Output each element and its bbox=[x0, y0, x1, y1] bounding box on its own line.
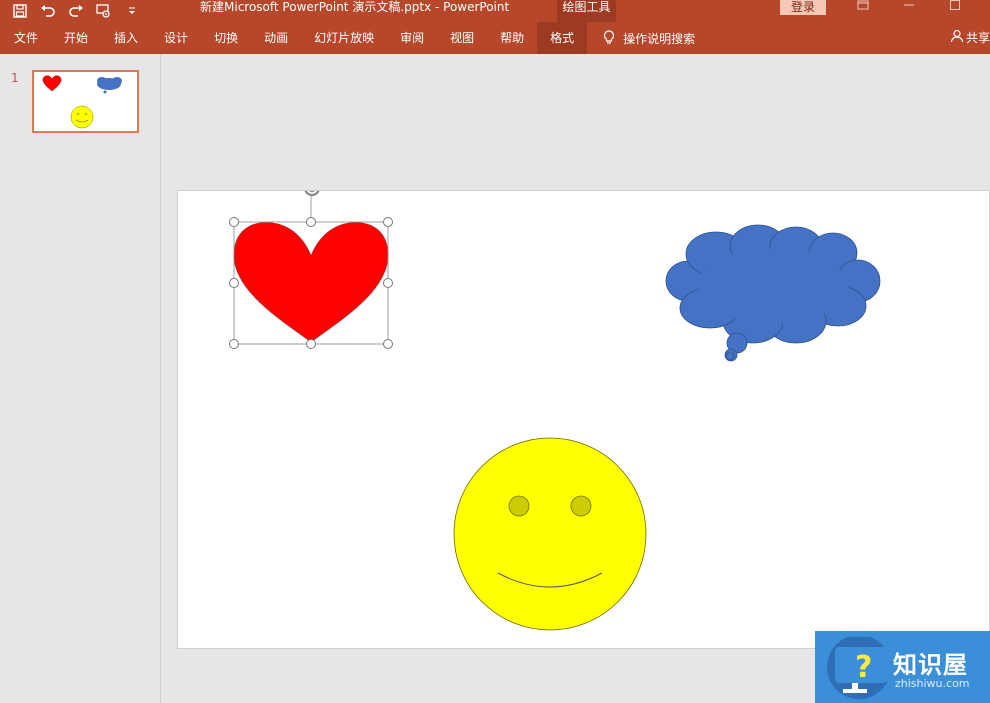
tab-home[interactable]: 开始 bbox=[51, 22, 101, 54]
slide-thumbnail[interactable] bbox=[32, 70, 139, 133]
ribbon-tab-bar: 文件 开始 插入 设计 切换 动画 幻灯片放映 审阅 视图 帮助 格式 操作说明… bbox=[0, 22, 990, 54]
tab-insert[interactable]: 插入 bbox=[101, 22, 151, 54]
save-icon[interactable] bbox=[10, 2, 30, 20]
title-bar: 新建Microsoft PowerPoint 演示文稿.pptx - Power… bbox=[0, 0, 990, 22]
window-controls bbox=[840, 0, 978, 15]
rotate-handle-icon bbox=[303, 179, 321, 197]
share-button[interactable]: 共享 bbox=[950, 22, 990, 54]
question-icon: ? bbox=[823, 635, 891, 703]
lightbulb-icon bbox=[603, 29, 615, 47]
tab-file[interactable]: 文件 bbox=[0, 22, 51, 54]
tab-slideshow[interactable]: 幻灯片放映 bbox=[301, 22, 387, 54]
quick-access-toolbar bbox=[10, 0, 142, 22]
slide-editing-area bbox=[161, 54, 990, 703]
heart-shape bbox=[233, 222, 389, 343]
tab-transitions[interactable]: 切换 bbox=[201, 22, 251, 54]
ribbon-display-options-icon[interactable] bbox=[840, 0, 886, 15]
ribbon-tabs: 文件 开始 插入 设计 切换 动画 幻灯片放映 审阅 视图 帮助 格式 操作说明… bbox=[0, 22, 695, 54]
minimize-icon[interactable] bbox=[886, 0, 932, 15]
tell-me-label: 操作说明搜索 bbox=[623, 31, 696, 46]
maximize-icon[interactable] bbox=[932, 0, 978, 15]
tab-help[interactable]: 帮助 bbox=[487, 22, 537, 54]
drawing-tools-context-label: 绘图工具 bbox=[557, 0, 616, 22]
thumb-heart bbox=[42, 75, 62, 92]
tab-review[interactable]: 审阅 bbox=[387, 22, 437, 54]
slide-number: 1 bbox=[11, 71, 19, 85]
thought-bubble-cloud-shape bbox=[665, 224, 881, 362]
slide-canvas[interactable] bbox=[177, 179, 990, 649]
svg-text:?: ? bbox=[855, 650, 872, 685]
login-button[interactable]: 登录 bbox=[780, 0, 826, 15]
tab-view[interactable]: 视图 bbox=[437, 22, 487, 54]
slide-thumbnail-pane: 1 bbox=[0, 54, 161, 703]
tab-animations[interactable]: 动画 bbox=[251, 22, 301, 54]
powerpoint-window: 新建Microsoft PowerPoint 演示文稿.pptx - Power… bbox=[0, 0, 990, 703]
share-label: 共享 bbox=[965, 31, 990, 45]
slideshow-from-start-icon[interactable] bbox=[94, 2, 114, 20]
undo-icon[interactable] bbox=[38, 2, 58, 20]
smiley-face-shape bbox=[453, 437, 647, 631]
customize-qat-icon[interactable] bbox=[122, 2, 142, 20]
tab-design[interactable]: 设计 bbox=[151, 22, 201, 54]
redo-icon[interactable] bbox=[66, 2, 86, 20]
person-icon bbox=[950, 23, 964, 55]
tell-me-search[interactable]: 操作说明搜索 bbox=[587, 29, 696, 47]
watermark-text: 知识屋 bbox=[893, 651, 968, 679]
site-watermark: ? 知识屋 zhishiwu.com bbox=[815, 631, 990, 703]
watermark-url: zhishiwu.com bbox=[895, 677, 970, 690]
tab-format[interactable]: 格式 bbox=[537, 22, 588, 54]
document-title: 新建Microsoft PowerPoint 演示文稿.pptx - Power… bbox=[200, 0, 510, 14]
thumb-smiley bbox=[70, 105, 94, 129]
thumb-cloud bbox=[97, 77, 122, 94]
